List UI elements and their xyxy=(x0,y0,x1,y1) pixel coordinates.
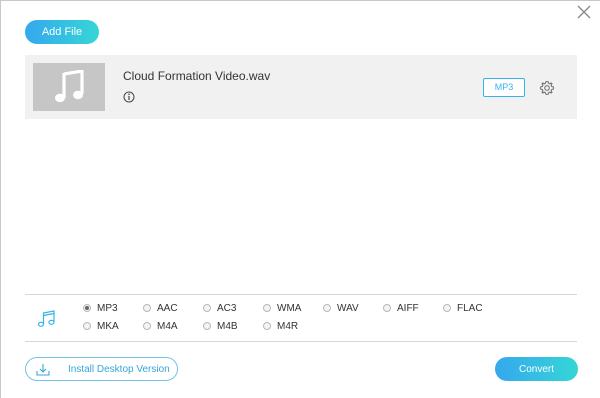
format-label: M4R xyxy=(277,320,299,332)
music-note-icon xyxy=(37,310,55,327)
format-label: AAC xyxy=(157,302,178,314)
format-option-mka[interactable]: MKA xyxy=(83,320,119,332)
file-name: Cloud Formation Video.wav xyxy=(123,69,271,83)
radio-button[interactable] xyxy=(203,322,211,330)
download-icon xyxy=(36,364,50,376)
format-label: M4B xyxy=(217,320,238,332)
radio-button[interactable] xyxy=(443,304,451,312)
file-list-item: Cloud Formation Video.wav MP3 xyxy=(25,55,577,119)
radio-button[interactable] xyxy=(83,304,91,312)
radio-button[interactable] xyxy=(83,322,91,330)
format-option-m4r[interactable]: M4R xyxy=(263,320,298,332)
format-option-mp3[interactable]: MP3 xyxy=(83,302,118,314)
radio-button[interactable] xyxy=(383,304,391,312)
format-option-wma[interactable]: WMA xyxy=(263,302,301,314)
format-label: AC3 xyxy=(217,302,237,314)
format-label: M4A xyxy=(157,320,178,332)
radio-button[interactable] xyxy=(143,304,151,312)
convert-button[interactable]: Convert xyxy=(495,357,578,381)
format-label: AIFF xyxy=(397,302,419,314)
format-option-aac[interactable]: AAC xyxy=(143,302,178,314)
format-option-ac3[interactable]: AC3 xyxy=(203,302,236,314)
gear-icon[interactable] xyxy=(539,80,555,96)
format-option-flac[interactable]: FLAC xyxy=(443,302,483,314)
format-option-aiff[interactable]: AIFF xyxy=(383,302,419,314)
format-option-m4a[interactable]: M4A xyxy=(143,320,178,332)
radio-button[interactable] xyxy=(263,304,271,312)
install-desktop-button[interactable]: Install Desktop Version xyxy=(25,357,178,381)
info-icon[interactable] xyxy=(123,91,135,103)
music-note-icon xyxy=(55,70,84,103)
format-option-m4b[interactable]: M4B xyxy=(203,320,238,332)
radio-button[interactable] xyxy=(203,304,211,312)
radio-button[interactable] xyxy=(263,322,271,330)
converter-window: Add File Cloud Formation Video.wav MP3 M… xyxy=(0,0,600,398)
add-file-button[interactable]: Add File xyxy=(25,20,99,44)
file-thumbnail xyxy=(33,63,105,111)
output-format-button[interactable]: MP3 xyxy=(483,78,525,97)
format-label: WAV xyxy=(337,302,359,314)
format-label: FLAC xyxy=(457,302,483,314)
radio-button[interactable] xyxy=(143,322,151,330)
format-label: WMA xyxy=(277,302,302,314)
radio-button[interactable] xyxy=(323,304,331,312)
format-label: MKA xyxy=(97,320,119,332)
format-label: MP3 xyxy=(97,302,118,314)
close-icon[interactable] xyxy=(576,4,592,20)
install-label: Install Desktop Version xyxy=(68,364,170,375)
format-panel: MP3 AAC AC3 WMA WAV AIFF FLAC MKA M4A M4… xyxy=(25,294,577,342)
format-option-wav[interactable]: WAV xyxy=(323,302,359,314)
